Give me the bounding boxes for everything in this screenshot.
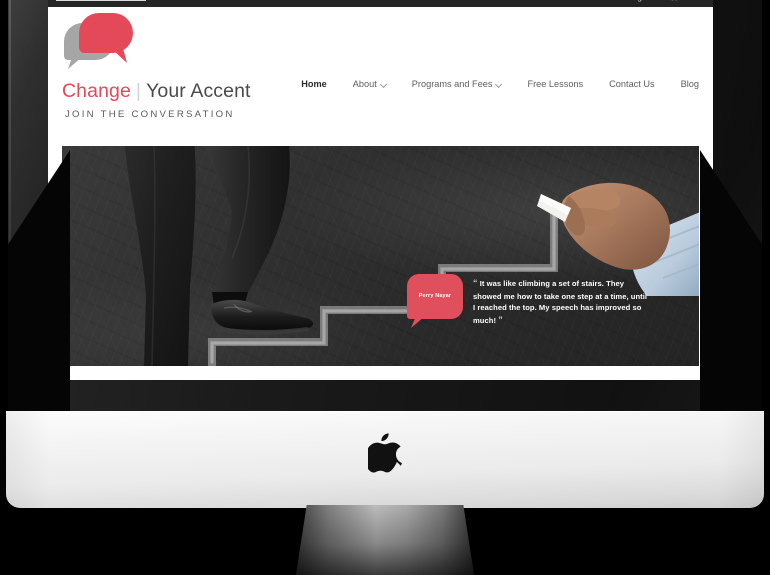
utility-bar: Log in Cart bbox=[48, 0, 713, 7]
hero-testimonial: Perry Nayar “ It was like climbing a set… bbox=[407, 274, 697, 327]
nav-label-home: Home bbox=[301, 79, 327, 89]
testimonial-text-block: “ It was like climbing a set of stairs. … bbox=[473, 274, 648, 327]
speech-bubble-red bbox=[79, 13, 133, 53]
cart-label: Cart bbox=[683, 0, 699, 2]
search-box[interactable] bbox=[56, 0, 146, 1]
browser-viewport: Log in Cart bbox=[48, 0, 713, 380]
nav-item-about[interactable]: About bbox=[340, 79, 399, 89]
businessman-legs-photo bbox=[62, 146, 372, 366]
nav-item-free-lessons[interactable]: Free Lessons bbox=[514, 79, 596, 89]
nav-label-blog: Blog bbox=[680, 79, 699, 89]
nav-label-contact-us: Contact Us bbox=[609, 79, 655, 89]
logo-word-your-accent: Your Accent bbox=[146, 80, 251, 102]
nav-label-free-lessons: Free Lessons bbox=[527, 79, 584, 89]
imac-chin bbox=[6, 411, 764, 508]
logo-wordmark: Change | Your Accent bbox=[62, 80, 302, 103]
nav-item-contact-us[interactable]: Contact Us bbox=[596, 79, 667, 89]
logo-tagline: JOIN THE CONVERSATION bbox=[65, 109, 235, 120]
nav-label-programs-and-fees: Programs and Fees bbox=[411, 79, 493, 89]
testimonial-author-name: Perry Nayar bbox=[418, 293, 452, 300]
login-link[interactable]: Log in bbox=[628, 0, 651, 2]
chevron-down-icon bbox=[381, 82, 386, 87]
site-logo[interactable]: Change | Your Accent JOIN THE CONVERSATION bbox=[62, 13, 302, 120]
shopping-cart-icon bbox=[668, 0, 679, 1]
imac-mockup-stage: Log in Cart bbox=[0, 0, 770, 575]
apple-logo bbox=[368, 433, 402, 473]
nav-item-blog[interactable]: Blog bbox=[668, 79, 701, 89]
quote-open-mark: “ bbox=[473, 278, 478, 288]
logo-separator: | bbox=[135, 80, 142, 102]
nav-item-home[interactable]: Home bbox=[288, 79, 340, 89]
testimonial-author-bubble: Perry Nayar bbox=[407, 274, 463, 319]
chevron-down-icon bbox=[496, 82, 501, 87]
site-header: Change | Your Accent JOIN THE CONVERSATION… bbox=[48, 7, 713, 156]
main-navigation: Home About Programs and Fees Free Lesson… bbox=[288, 79, 701, 89]
nav-item-programs-and-fees[interactable]: Programs and Fees bbox=[399, 79, 515, 89]
cart-link[interactable]: Cart bbox=[668, 0, 699, 2]
logo-word-change: Change bbox=[62, 80, 131, 102]
quote-close-mark: ” bbox=[498, 314, 503, 325]
nav-label-about: About bbox=[352, 79, 377, 89]
imac-stand-shading bbox=[296, 505, 474, 575]
speech-bubbles-icon bbox=[64, 13, 136, 69]
utility-bar-right: Log in Cart bbox=[628, 0, 699, 7]
hero-banner[interactable]: Perry Nayar “ It was like climbing a set… bbox=[62, 146, 699, 366]
